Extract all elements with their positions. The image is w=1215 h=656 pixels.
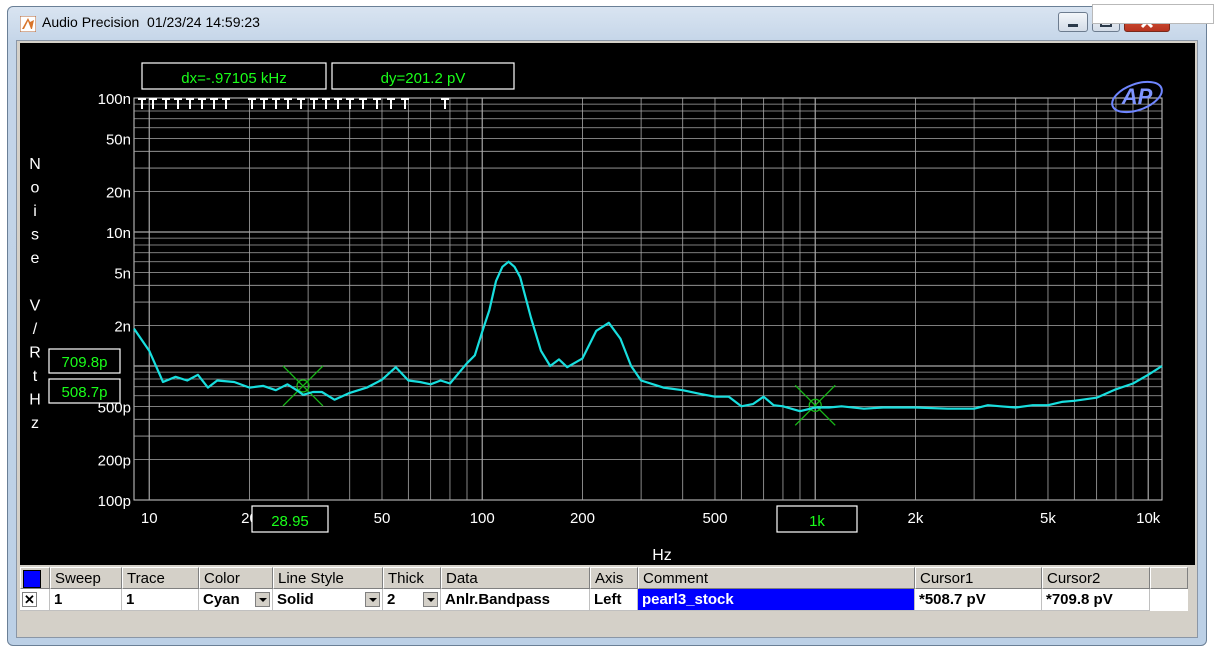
graph-client-area: 100n 50n 20n 10n 5n 2n 500p 200p 100p No i s e V / Rt Hz… (16, 40, 1198, 638)
thick-value: 2 (387, 591, 396, 608)
dy-readout: dy=201.2 pV (381, 70, 466, 87)
minimize-button[interactable] (1058, 12, 1088, 32)
x-tick-label: 10k (1136, 510, 1161, 527)
header-data[interactable]: Data (441, 567, 590, 589)
header-color[interactable]: Color (199, 567, 273, 589)
grid-lines (133, 97, 1163, 501)
trace-legend-table: Sweep Trace Color Line Style Thick Data … (20, 567, 1195, 629)
line-style-dropdown-icon[interactable] (365, 592, 380, 607)
legend-color-header[interactable] (20, 567, 50, 589)
header-thick[interactable]: Thick (383, 567, 441, 589)
x-cursor2-readout: 1k (809, 513, 825, 530)
y-tick-labels: 100n50n20n10n5n2n500p200p100pNoiseV/RtHz (29, 91, 131, 510)
header-sweep[interactable]: Sweep (50, 567, 122, 589)
cell-thick[interactable]: 2 (383, 589, 441, 611)
y-axis-label-char: / (33, 321, 38, 338)
x-tick-label: 100 (470, 510, 495, 527)
y-tick-label: 50n (106, 131, 131, 148)
y-axis-label-char: V (30, 298, 41, 315)
y-axis-label-char: o (31, 180, 40, 197)
color-value: Cyan (203, 591, 240, 608)
cell-cursor1[interactable]: *508.7 pV (915, 589, 1042, 611)
title-bar[interactable]: Audio Precision 01/23/24 14:59:23 (8, 7, 1206, 39)
legend-header-row: Sweep Trace Color Line Style Thick Data … (20, 567, 1188, 589)
x-tick-label: 50 (374, 510, 391, 527)
color-dropdown-icon[interactable] (255, 592, 270, 607)
cell-cursor2[interactable]: *709.8 pV (1042, 589, 1150, 611)
y-tick-label: 100n (98, 91, 131, 108)
x-tick-label: 2k (908, 510, 924, 527)
header-spacer (1150, 567, 1188, 589)
cell-trace[interactable]: 1 (122, 589, 199, 611)
y-tick-label: 5n (114, 265, 131, 282)
cell-axis[interactable]: Left (590, 589, 638, 611)
header-comment[interactable]: Comment (638, 567, 915, 589)
corner-box (1092, 4, 1214, 24)
dx-readout: dx=-.97105 kHz (181, 70, 286, 87)
cell-comment[interactable]: pearl3_stock (638, 589, 915, 611)
readout-overlay: dx=-.97105 kHz dy=201.2 pV 709.8p 508.7p 28.… (48, 62, 1163, 533)
y-axis-label-char: e (31, 250, 40, 267)
cell-line-style[interactable]: Solid (273, 589, 383, 611)
y-cursor2-readout: 508.7p (62, 384, 108, 401)
header-axis[interactable]: Axis (590, 567, 638, 589)
y-axis-label-char: z (31, 415, 39, 432)
trace-enable-cell[interactable]: ✕ (20, 589, 50, 611)
y-tick-label: 100p (98, 493, 131, 510)
trace-enable-checkbox[interactable]: ✕ (22, 592, 37, 607)
y-axis-label-char: R (29, 345, 41, 362)
x-axis-label: Hz (652, 547, 672, 564)
y-axis-label-char: H (29, 392, 41, 409)
audio-precision-app-icon (20, 16, 36, 32)
ap-logo: AP (1111, 80, 1163, 114)
x-cursor1-readout: 28.95 (271, 513, 309, 530)
y-axis-label-char: N (29, 156, 41, 173)
y-axis-label-char: s (31, 227, 39, 244)
y-tick-label: 200p (98, 453, 131, 470)
y-cursor1-readout: 709.8p (62, 354, 108, 371)
cell-sweep[interactable]: 1 (50, 589, 122, 611)
x-tick-label: 500 (702, 510, 727, 527)
app-window: Audio Precision 01/23/24 14:59:23 100n 50… (7, 6, 1207, 646)
minimize-icon (1068, 24, 1078, 27)
window-title: Audio Precision 01/23/24 14:59:23 (42, 14, 260, 30)
x-tick-label: 10 (141, 510, 158, 527)
y-axis-label-char: t (33, 368, 38, 385)
y-tick-label: 10n (106, 225, 131, 242)
x-tick-label: 200 (570, 510, 595, 527)
graph-panel[interactable]: 100n 50n 20n 10n 5n 2n 500p 200p 100p No i s e V / Rt Hz… (20, 43, 1195, 565)
cell-color[interactable]: Cyan (199, 589, 273, 611)
legend-row: ✕ 1 1 Cyan Solid 2 Anlr.Bandpass Left pe… (20, 589, 1188, 611)
y-tick-label: 2n (114, 319, 131, 336)
header-line-style[interactable]: Line Style (273, 567, 383, 589)
series-group (133, 260, 1163, 413)
cell-data[interactable]: Anlr.Bandpass (441, 589, 590, 611)
plot-frame (133, 97, 1163, 501)
y-tick-label: 20n (106, 185, 131, 202)
line-style-value: Solid (277, 591, 314, 608)
header-trace[interactable]: Trace (122, 567, 199, 589)
thick-dropdown-icon[interactable] (423, 592, 438, 607)
x-tick-label: 5k (1040, 510, 1056, 527)
noise-trace-line (133, 260, 1163, 413)
trace-color-swatch (23, 570, 41, 588)
header-cursor2[interactable]: Cursor2 (1042, 567, 1150, 589)
ap-logo-glyph: AP (1121, 84, 1153, 109)
noise-spectrum-chart[interactable]: 100n50n20n10n5n2n500p200p100pNoiseV/RtHz… (20, 43, 1195, 565)
header-cursor1[interactable]: Cursor1 (915, 567, 1042, 589)
y-axis-label-char: i (33, 203, 37, 220)
